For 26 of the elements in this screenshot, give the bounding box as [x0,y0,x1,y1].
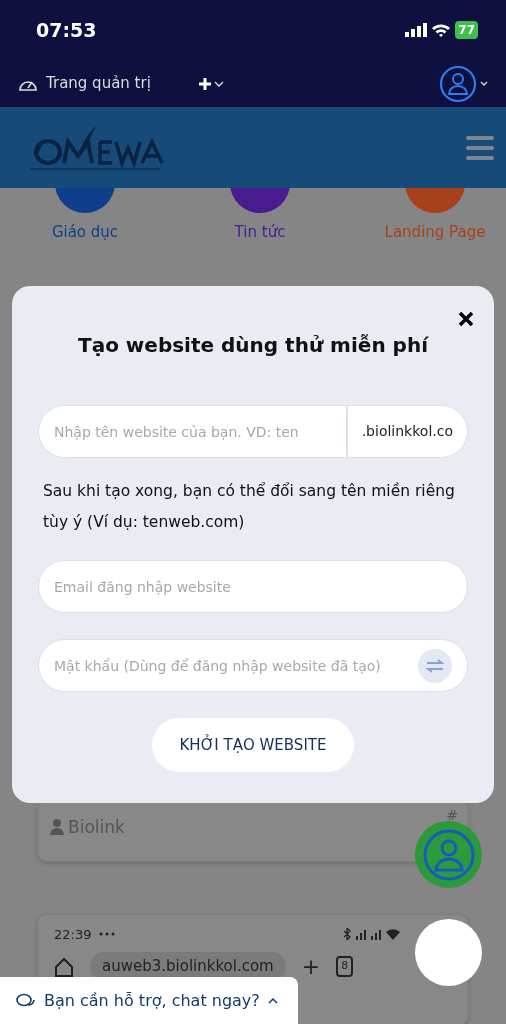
card-tag: # [446,804,458,826]
status-time: 07:53 [36,17,97,43]
create-website-button[interactable]: KHỞI TẠO WEBSITE [151,718,355,772]
chat-button[interactable]: Bạn cần hỗ trợ, chat ngay? [0,977,298,1024]
website-name-field[interactable]: Nhập tên website của bạn. VD: ten [38,405,347,458]
user-icon [50,819,64,836]
screenshot-time: 22:39 [54,925,92,944]
user-icon [421,827,476,882]
add-menu-icon[interactable] [198,76,225,91]
more-icon [99,932,116,937]
home-icon [54,956,74,977]
wifi-icon [431,22,452,38]
help-text: Sau khi tạo xong, bạn có thể đổi sang tên miền riêng tùy ý (Ví dụ: tenweb.com) [43,481,456,533]
email-field[interactable]: Email đăng nhập website [38,560,468,613]
new-tab-label: + [301,953,321,981]
dialog-title: Tạo website dùng thử miễn phí [77,332,430,359]
menu-icon[interactable] [466,135,494,160]
tab-count: 8 [336,956,354,977]
chat-icon [16,992,36,1009]
admin-link[interactable]: Trang quản trị [46,72,151,95]
signal-icon [405,23,428,37]
domain-suffix: .biolinkkol.co [346,405,468,458]
password-field[interactable]: Mật khẩu (Dùng để đăng nhập website đã tạo) [38,639,468,692]
caret-icon [267,997,278,1004]
user-avatar-icon[interactable] [440,64,488,103]
battery-level: 77 [455,21,478,39]
